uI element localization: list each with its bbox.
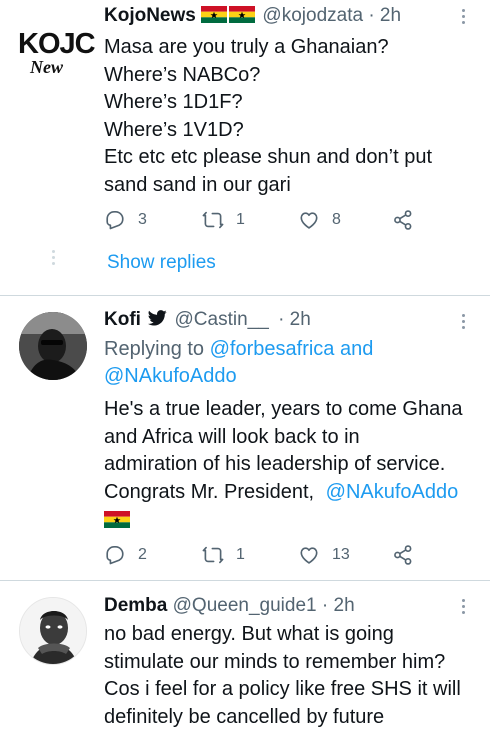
- retweet-count: 1: [236, 546, 245, 563]
- tweet-kojonews[interactable]: KOJC New KojoNews @kojodzata · 2h Masa a…: [0, 0, 490, 297]
- text-line: definitely be cancelled by future: [104, 705, 385, 728]
- avatar[interactable]: [19, 312, 87, 380]
- display-name[interactable]: Demba: [104, 595, 167, 616]
- tweet-actions: 2 1 13: [104, 543, 434, 567]
- retweet-count: 1: [236, 211, 245, 228]
- reply-button[interactable]: 2: [104, 543, 147, 567]
- text-line: admiration of his leadership of service.: [104, 453, 446, 475]
- tweet-text: He's a true leader, years to come Ghana …: [104, 396, 484, 534]
- share-button[interactable]: [392, 208, 426, 232]
- tweet-text: Masa are you truly a Ghanaian? Where’s N…: [104, 34, 484, 199]
- tweet-kofi[interactable]: Kofi @Castin__ · 2h Replying to @forbesa…: [0, 296, 490, 580]
- tweet-header: Kofi @Castin__ · 2h: [104, 308, 311, 332]
- reply-button[interactable]: 3: [104, 208, 147, 232]
- retweet-button[interactable]: 1: [202, 543, 245, 567]
- tweet-header: Demba @Queen_guide1 · 2h: [104, 594, 355, 618]
- ghana-flag-icon: [104, 511, 130, 528]
- thread-continuation-dots: [52, 250, 55, 265]
- reply-count: 3: [138, 211, 147, 228]
- reply-icon: [104, 544, 126, 566]
- text-line: Congrats Mr. President, @NAkufoAddo: [104, 479, 484, 507]
- tweet-header: KojoNews @kojodzata · 2h: [104, 4, 401, 28]
- text-line: Where’s NABCo?: [104, 63, 261, 86]
- like-count: 8: [332, 211, 341, 228]
- mention-link[interactable]: @NAkufoAddo: [104, 365, 237, 387]
- replying-to: Replying to @forbesafrica and @NAkufoAdd…: [104, 336, 484, 390]
- display-name[interactable]: Kofi: [104, 309, 141, 330]
- timestamp[interactable]: · 2h: [278, 309, 311, 330]
- share-icon: [392, 209, 414, 231]
- text-line: Cos i feel for a policy like free SHS it…: [104, 678, 461, 700]
- reply-count: 2: [138, 546, 147, 563]
- bird-icon: [147, 310, 167, 326]
- like-button[interactable]: 8: [298, 208, 341, 232]
- replying-and[interactable]: and: [340, 338, 373, 360]
- handle[interactable]: @Queen_guide1: [173, 595, 317, 616]
- avatar-photo: [19, 312, 87, 380]
- handle[interactable]: @Castin__: [175, 309, 269, 330]
- text-line: Where’s 1V1D?: [104, 118, 244, 141]
- avatar[interactable]: [19, 597, 87, 665]
- retweet-icon: [202, 209, 224, 231]
- like-count: 13: [332, 546, 350, 563]
- avatar[interactable]: KOJC New: [12, 26, 96, 82]
- text-line: stimulate our minds to remember him?: [104, 650, 446, 673]
- more-options-icon[interactable]: [462, 314, 468, 332]
- text-line: Etc etc etc please shun and don’t put: [104, 146, 432, 168]
- share-button[interactable]: [392, 543, 426, 567]
- text-segment: Congrats Mr. President,: [104, 480, 315, 503]
- timestamp[interactable]: · 2h: [368, 5, 401, 26]
- like-icon: [298, 209, 320, 231]
- text-line: [104, 506, 484, 534]
- like-button[interactable]: 13: [298, 543, 350, 567]
- like-icon: [298, 544, 320, 566]
- timestamp[interactable]: · 2h: [322, 595, 355, 616]
- text-line: no bad energy. But what is going: [104, 623, 394, 645]
- replying-to-label: Replying to: [104, 338, 205, 360]
- avatar-logo-subtext: New: [30, 57, 63, 77]
- display-name[interactable]: KojoNews: [104, 5, 196, 26]
- handle[interactable]: @kojodzata: [262, 5, 363, 26]
- ghana-flag-icon: [201, 6, 227, 23]
- text-line: He's a true leader, years to come Ghana: [104, 398, 463, 420]
- tweet-text: no bad energy. But what is going stimula…: [104, 621, 484, 731]
- text-line: sand sand in our gari: [104, 173, 291, 196]
- text-line: Where’s 1D1F?: [104, 91, 243, 113]
- show-replies-link[interactable]: Show replies: [107, 252, 216, 274]
- share-icon: [392, 544, 414, 566]
- retweet-button[interactable]: 1: [202, 208, 245, 232]
- text-line: and Africa will look back to in: [104, 425, 360, 448]
- avatar-photo: [20, 598, 86, 664]
- mention-link[interactable]: @NAkufoAddo: [326, 481, 459, 503]
- text-line: Masa are you truly a Ghanaian?: [104, 36, 389, 58]
- tweet-actions: 3 1 8: [104, 208, 434, 232]
- tweet-demba[interactable]: Demba @Queen_guide1 · 2h no bad energy. …: [0, 581, 490, 732]
- mention-link[interactable]: @forbesafrica: [210, 338, 335, 360]
- more-options-icon[interactable]: [462, 599, 468, 617]
- ghana-flag-icon: [229, 6, 255, 23]
- more-options-icon[interactable]: [462, 9, 468, 27]
- reply-icon: [104, 209, 126, 231]
- retweet-icon: [202, 544, 224, 566]
